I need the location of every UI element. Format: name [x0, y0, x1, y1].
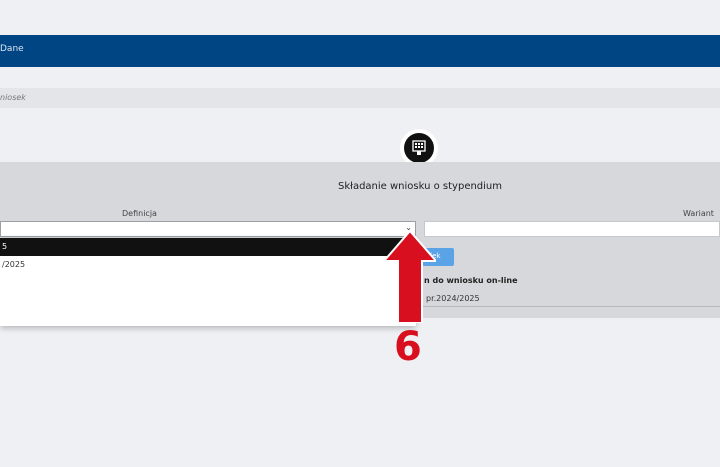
- red-arrow-annotation-icon: [384, 231, 436, 323]
- variant-select[interactable]: [424, 221, 720, 237]
- definition-label: Definicja: [122, 209, 157, 218]
- dropdown-option[interactable]: /2025: [0, 256, 416, 274]
- definition-dropdown-list: 5 /2025: [0, 238, 416, 326]
- dropdown-option[interactable]: 5: [0, 238, 416, 256]
- divider: [420, 306, 720, 307]
- page-title: Składanie wniosku o stypendium: [337, 181, 503, 192]
- breadcrumb-item[interactable]: niosek: [0, 93, 26, 102]
- nav-item-dane[interactable]: Dane: [0, 44, 24, 54]
- online-application-text: n do wniosku on-line: [424, 276, 518, 285]
- variant-label: Wariant: [683, 209, 714, 218]
- top-navigation-bar: Dane: [0, 35, 720, 67]
- step-number-annotation: 6: [394, 324, 422, 370]
- breadcrumb: niosek: [0, 88, 720, 108]
- definition-select[interactable]: ⌄: [0, 221, 416, 237]
